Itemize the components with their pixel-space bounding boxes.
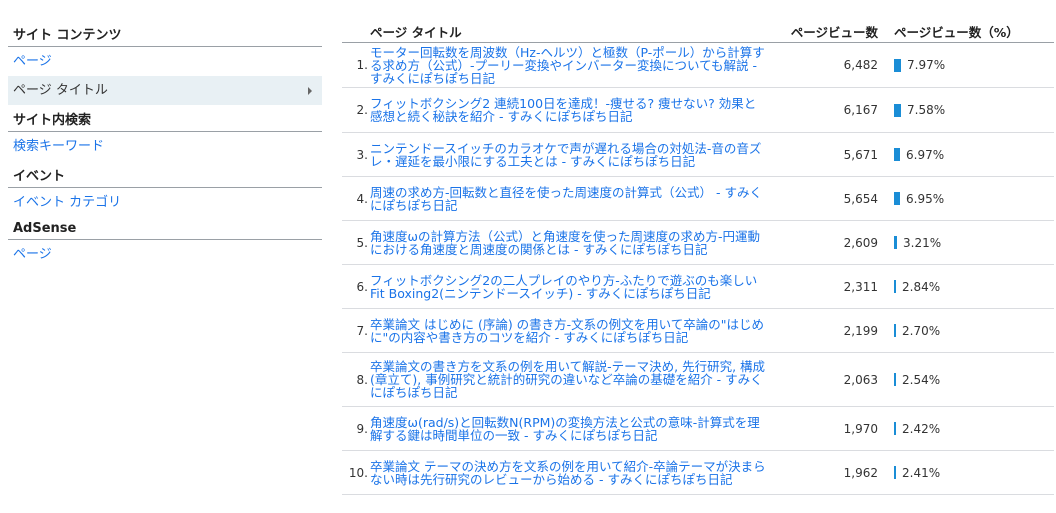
percent-bar	[894, 422, 896, 435]
sidebar-section-events: イベント イベント カテゴリ	[8, 161, 322, 217]
report-sidebar: サイト コンテンツ ページ ページ タイトル サイト内検索 検索キーワード イベ…	[8, 20, 322, 269]
pageviews-value: 1,970	[843, 421, 878, 436]
percent-value: 2.84%	[902, 279, 941, 294]
pageviews-percent-cell: 3.21%	[878, 236, 1054, 250]
pageviews-percent-cell: 6.97%	[878, 148, 1054, 162]
percent-value: 7.58%	[907, 103, 946, 117]
pageviews-value: 1,962	[843, 465, 878, 480]
row-index: 6.	[356, 279, 368, 294]
pageviews-percent-cell: 2.41%	[878, 466, 1054, 480]
percent-value: 2.70%	[902, 323, 941, 338]
column-header-pageviews[interactable]: ページビュー数	[782, 22, 878, 41]
percent-bar	[894, 280, 896, 293]
page-title-link[interactable]: フィットボクシング2 連続100日を達成！-痩せる? 痩せない? 効果と感想と続…	[370, 95, 782, 125]
pageviews-percent-cell: 2.42%	[878, 422, 1054, 436]
page-title-link[interactable]: 周速の求め方-回転数と直径を使った周速度の計算式（公式） - すみくにぽちぽち日…	[370, 184, 782, 214]
row-index: 7.	[356, 323, 368, 338]
pageviews-value: 5,671	[843, 147, 878, 162]
row-index: 10.	[348, 465, 368, 480]
pageviews-value: 6,167	[843, 103, 878, 117]
row-index: 2.	[356, 103, 368, 117]
percent-bar	[894, 373, 896, 386]
table-body: 1. モーター回転数を周波数（Hz-ヘルツ）と極数（P-ポール）から計算する求め方…	[342, 43, 1054, 495]
chevron-right-icon	[308, 87, 312, 95]
row-index: 5.	[356, 235, 368, 250]
pageviews-percent-cell: 2.70%	[878, 324, 1054, 338]
percent-value: 6.97%	[906, 147, 945, 162]
percent-bar	[894, 192, 900, 205]
row-index: 1.	[356, 58, 368, 72]
pageviews-percent-cell: 6.95%	[878, 192, 1054, 206]
pageviews-value: 2,063	[843, 372, 878, 387]
row-index: 3.	[356, 147, 368, 162]
table-row: 1. モーター回転数を周波数（Hz-ヘルツ）と極数（P-ポール）から計算する求め方…	[342, 43, 1054, 88]
pageviews-percent-cell: 2.54%	[878, 373, 1054, 387]
sidebar-item-event-category[interactable]: イベント カテゴリ	[8, 188, 322, 217]
sidebar-item-pages[interactable]: ページ	[8, 47, 322, 76]
sidebar-section-adsense: AdSense ページ	[8, 217, 322, 269]
pageviews-value: 6,482	[843, 58, 878, 72]
table-row: 3. ニンテンドースイッチのカラオケで声が遅れる場合の対処法-音の音ズレ・遅延を最…	[342, 133, 1054, 177]
sidebar-heading-adsense: AdSense	[8, 217, 322, 240]
percent-value: 2.41%	[902, 465, 941, 480]
percent-bar	[894, 58, 901, 72]
pageviews-value: 2,199	[843, 323, 878, 338]
table-header: ページ タイトル ページビュー数 ページビュー数（%）	[342, 20, 1054, 43]
column-header-page-title[interactable]: ページ タイトル	[342, 22, 782, 41]
sidebar-item-label: ページ タイトル	[13, 83, 108, 98]
row-index: 8.	[356, 372, 368, 387]
pageviews-percent-cell: 7.97%	[878, 58, 1054, 72]
table-row: 7. 卒業論文 はじめに (序論) の書き方-文系の例文を用いて卒論の"はじめに"…	[342, 309, 1054, 353]
sidebar-heading-events: イベント	[8, 161, 322, 188]
table-row: 9. 角速度ω(rad/s)と回転数N(RPM)の変換方法と公式の意味-計算式を理…	[342, 407, 1054, 451]
sidebar-item-search-keywords[interactable]: 検索キーワード	[8, 132, 322, 161]
pageviews-value: 2,311	[843, 279, 878, 294]
percent-bar	[894, 103, 901, 117]
pageviews-value: 5,654	[843, 191, 878, 206]
pageviews-percent-cell: 2.84%	[878, 280, 1054, 294]
page-title-link[interactable]: フィットボクシング2の二人プレイのやり方-ふたりで遊ぶのも楽しいFit Boxi…	[370, 272, 782, 302]
page-title-link[interactable]: 角速度ω(rad/s)と回転数N(RPM)の変換方法と公式の意味-計算式を理解す…	[370, 414, 782, 444]
percent-bar	[894, 148, 900, 161]
sidebar-heading-site-content: サイト コンテンツ	[8, 20, 322, 47]
pageviews-percent-cell: 7.58%	[878, 103, 1054, 117]
pageviews-value: 2,609	[843, 235, 878, 250]
page-title-link[interactable]: ニンテンドースイッチのカラオケで声が遅れる場合の対処法-音の音ズレ・遅延を最小限…	[370, 140, 782, 170]
column-header-pageviews-percent[interactable]: ページビュー数（%）	[878, 22, 1054, 41]
table-row: 6. フィットボクシング2の二人プレイのやり方-ふたりで遊ぶのも楽しいFit Bo…	[342, 265, 1054, 309]
percent-value: 3.21%	[903, 235, 942, 250]
page-title-link[interactable]: 卒業論文 はじめに (序論) の書き方-文系の例文を用いて卒論の"はじめに"の内…	[370, 316, 782, 346]
page-title-link[interactable]: 角速度ωの計算方法（公式）と角速度を使った周速度の求め方-円運動における角速度と…	[370, 228, 782, 258]
table-row: 2. フィットボクシング2 連続100日を達成！-痩せる? 痩せない? 効果と感想…	[342, 88, 1054, 133]
sidebar-section-site-content: サイト コンテンツ ページ ページ タイトル	[8, 20, 322, 105]
sidebar-item-adsense-pages[interactable]: ページ	[8, 240, 322, 269]
table-row: 8. 卒業論文の書き方を文系の例を用いて解説-テーマ決め, 先行研究, 構成(章立…	[342, 353, 1054, 407]
page-title-link[interactable]: 卒業論文 テーマの決め方を文系の例を用いて紹介-卒論テーマが決まらない時は先行研…	[370, 458, 782, 488]
table-row: 4. 周速の求め方-回転数と直径を使った周速度の計算式（公式） - すみくにぽちぽ…	[342, 177, 1054, 221]
table-row: 5. 角速度ωの計算方法（公式）と角速度を使った周速度の求め方-円運動における角速…	[342, 221, 1054, 265]
percent-bar	[894, 466, 896, 479]
report-table: ページ タイトル ページビュー数 ページビュー数（%） 1. モーター回転数を周波…	[342, 20, 1054, 495]
table-row: 10. 卒業論文 テーマの決め方を文系の例を用いて紹介-卒論テーマが決まらない時は…	[342, 451, 1054, 495]
percent-value: 6.95%	[906, 191, 945, 206]
percent-value: 7.97%	[907, 58, 946, 72]
percent-bar	[894, 324, 896, 337]
sidebar-section-site-search: サイト内検索 検索キーワード	[8, 105, 322, 161]
percent-value: 2.42%	[902, 421, 941, 436]
sidebar-item-page-title[interactable]: ページ タイトル	[8, 76, 322, 105]
sidebar-heading-site-search: サイト内検索	[8, 105, 322, 132]
row-index: 9.	[356, 421, 368, 436]
percent-value: 2.54%	[902, 372, 941, 387]
percent-bar	[894, 236, 897, 249]
page-title-link[interactable]: モーター回転数を周波数（Hz-ヘルツ）と極数（P-ポール）から計算する求め方（公…	[370, 44, 782, 87]
row-index: 4.	[356, 191, 368, 206]
page-title-link[interactable]: 卒業論文の書き方を文系の例を用いて解説-テーマ決め, 先行研究, 構成(章立て)…	[370, 358, 782, 401]
